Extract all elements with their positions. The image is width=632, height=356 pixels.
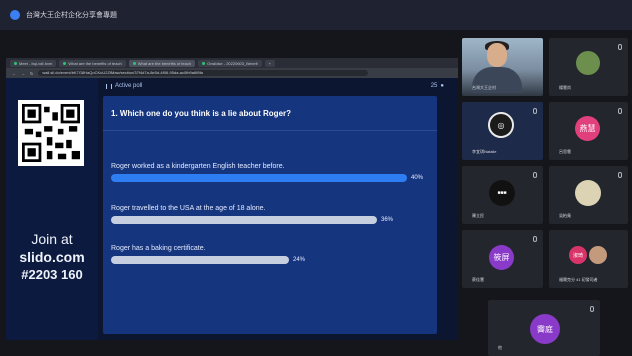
poll-option-percent: 36% <box>381 217 394 223</box>
join-host: slido.com <box>19 249 85 265</box>
poll-option: Roger travelled to the USA at the age of… <box>111 205 431 224</box>
avatar <box>575 180 601 206</box>
logo-icon: ■■■ <box>497 190 507 196</box>
mic-muted-icon <box>618 108 622 114</box>
participant-tile[interactable]: 吳柏堯 <box>549 166 628 224</box>
browser-tabs: Meet - bqi-vdf-hvm What are the benefits… <box>6 58 458 68</box>
obs-logo-icon: ◎ <box>497 120 505 130</box>
mic-muted-icon <box>590 306 594 312</box>
reload-icon[interactable]: ↻ <box>30 71 33 76</box>
participant-count-value: 25 <box>430 83 438 89</box>
address-bar: ← → ↻ wall.sli.do/event/bK7G8HaQoCKuU2Zf… <box>6 68 458 78</box>
mic-muted-icon <box>533 108 537 114</box>
new-tab-button[interactable]: + <box>264 59 275 67</box>
participant-name: 吳柏堯 <box>559 213 571 218</box>
avatar: ■■■ <box>489 180 515 206</box>
join-code: #2203 160 <box>21 267 83 282</box>
join-label: Join at <box>31 231 73 247</box>
poll-icon <box>106 83 112 89</box>
avatar: 燕慧 <box>575 116 600 141</box>
mic-muted-icon <box>533 172 537 178</box>
active-poll-indicator: Active poll <box>106 83 142 89</box>
mic-muted-icon <box>618 44 622 50</box>
participant-name: 他 <box>498 345 502 350</box>
poll-question: 1. Which one do you think is a lie about… <box>111 109 292 118</box>
participant-tile[interactable]: 台灣大王企村 <box>462 38 543 96</box>
browser-tab[interactable]: Onslidse - 20220603_Benefi <box>198 59 262 67</box>
divider <box>103 130 437 131</box>
back-icon[interactable]: ← <box>12 71 16 76</box>
qr-code <box>18 100 84 166</box>
participant-tile[interactable]: 楊雲尚 <box>549 38 628 96</box>
poll-option-bar <box>111 174 407 182</box>
join-info: Join at slido.com #2203 160 <box>6 230 98 284</box>
participant-name: 李宜琪Natalie <box>472 149 497 154</box>
mic-muted-icon <box>618 172 622 178</box>
avatar <box>576 51 600 75</box>
avatar: 淑琦 <box>569 246 587 264</box>
participant-tile[interactable]: ■■■ 陳立民 <box>462 166 543 224</box>
forward-icon[interactable]: → <box>21 71 25 76</box>
url-input[interactable]: wall.sli.do/event/bK7G8HaQoCKuU2ZfMaw/se… <box>38 70 369 76</box>
avatar: 霽庭 <box>530 314 560 344</box>
shared-screen: Meet - bqi-vdf-hvm What are the benefits… <box>6 58 458 340</box>
participant-tile[interactable]: 燕慧 呂思雲 <box>549 102 628 160</box>
poll-option-text: Roger has a baking certificate. <box>111 245 206 252</box>
poll-option-percent: 24% <box>293 257 306 263</box>
participant-face <box>487 43 507 67</box>
active-poll-label: Active poll <box>115 83 143 89</box>
participant-name: 呂思雲 <box>559 149 571 154</box>
avatar: 筱屏 <box>489 245 514 270</box>
poll-option: Roger has a baking certificate. 24% <box>111 245 431 264</box>
participant-name: 福爾克分 41 初發司者 <box>559 277 598 282</box>
browser-tab[interactable]: Meet - bqi-vdf-hvm <box>10 59 57 67</box>
browser-tab-active[interactable]: What are the benefits of teach <box>128 59 196 67</box>
avatar: ◎ <box>488 112 514 138</box>
tab-favicon-icon <box>14 61 17 65</box>
poll-header: Active poll 25 ● <box>98 78 458 94</box>
poll-option-text: Roger worked as a kindergarten English t… <box>111 163 285 170</box>
meeting-window: 台灣大王企村企化分享會專題 Meet - bqi-vdf-hvm What ar… <box>0 0 632 356</box>
participant-tile[interactable]: ◎ 李宜琪Natalie <box>462 102 543 160</box>
poll-option-text: Roger travelled to the USA at the age of… <box>111 205 266 212</box>
participant-tile[interactable]: 淑琦 福爾克分 41 初發司者 <box>549 230 628 288</box>
participant-name: 蔡佳慧 <box>472 277 484 282</box>
person-icon: ● <box>440 83 444 89</box>
tab-favicon-icon <box>202 61 206 65</box>
participant-name: 陳立民 <box>472 213 484 218</box>
poll-option: Roger worked as a kindergarten English t… <box>111 163 431 182</box>
participant-tile[interactable]: 筱屏 蔡佳慧 <box>462 230 543 288</box>
poll-option-percent: 40% <box>411 175 424 181</box>
browser-tab[interactable]: What are the benefits of teach <box>59 59 126 67</box>
tab-favicon-icon <box>132 61 136 65</box>
participant-count: 25 ● <box>431 83 444 89</box>
app-title: 台灣大王企村企化分享會專題 <box>26 12 117 19</box>
qr-code-icon <box>22 104 80 162</box>
poll-option-bar <box>111 256 289 264</box>
slido-join-panel: Join at slido.com #2203 160 <box>6 78 98 340</box>
participant-tile[interactable]: 霽庭 他 <box>488 300 600 356</box>
app-titlebar: 台灣大王企村企化分享會專題 <box>0 0 632 30</box>
app-logo-icon <box>10 10 20 20</box>
mic-muted-icon <box>533 236 537 242</box>
tab-favicon-icon <box>63 61 67 65</box>
avatar-photo <box>589 246 607 264</box>
participant-name: 楊雲尚 <box>559 85 571 90</box>
poll-card: 1. Which one do you think is a lie about… <box>103 96 437 334</box>
participant-name: 台灣大王企村 <box>472 85 496 90</box>
poll-option-bar <box>111 216 377 224</box>
